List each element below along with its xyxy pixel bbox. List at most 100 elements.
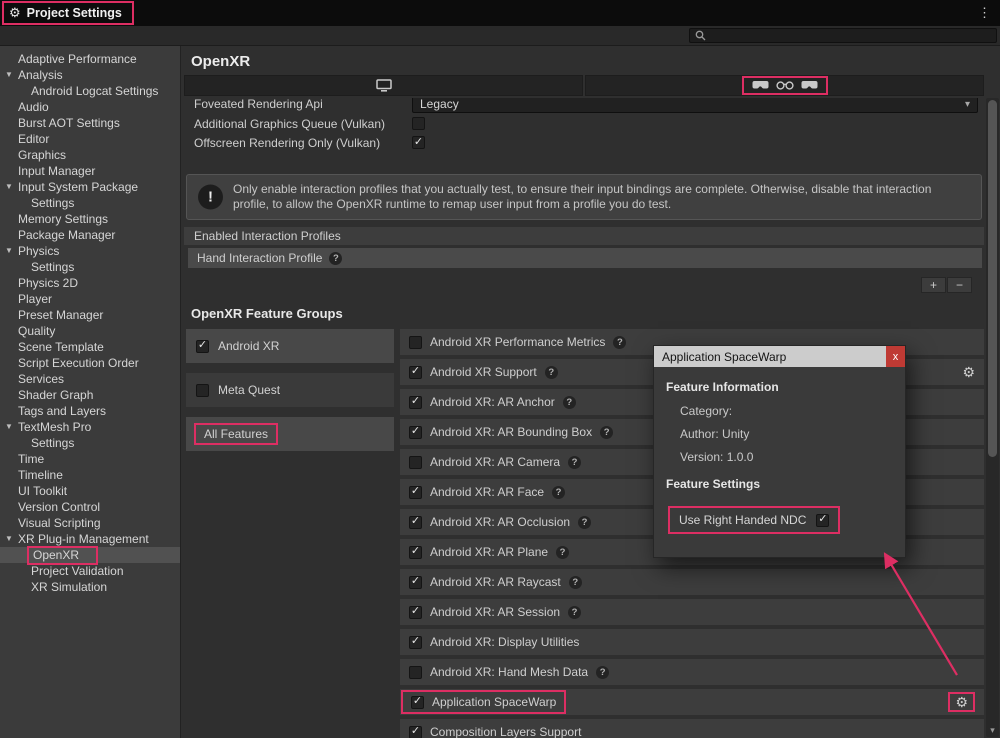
help-icon[interactable]: ?	[568, 606, 581, 619]
sidebar-item-package-manager[interactable]: Package Manager	[0, 227, 180, 243]
group-android-xr[interactable]: Android XR	[186, 329, 394, 363]
sidebar-item-project-validation[interactable]: Project Validation	[0, 563, 180, 579]
checkbox[interactable]	[409, 546, 422, 559]
remove-profile-button[interactable]: −	[947, 277, 972, 293]
checkbox[interactable]	[409, 576, 422, 589]
sidebar-item-textmesh-settings[interactable]: Settings	[0, 435, 180, 451]
feature-row-composition-layers[interactable]: Composition Layers Support	[400, 719, 984, 738]
sidebar-item-timeline[interactable]: Timeline	[0, 467, 180, 483]
help-icon[interactable]: ?	[613, 336, 626, 349]
help-icon[interactable]: ?	[552, 486, 565, 499]
kebab-menu-icon[interactable]: ⋮	[978, 5, 991, 21]
checkbox[interactable]	[409, 396, 422, 409]
feature-row-ar-raycast[interactable]: Android XR: AR Raycast ?	[400, 569, 984, 595]
add-profile-button[interactable]: +	[921, 277, 946, 293]
sidebar-item-services[interactable]: Services	[0, 371, 180, 387]
checkbox[interactable]	[412, 117, 425, 130]
sidebar-item-input-system-settings[interactable]: Settings	[0, 195, 180, 211]
sidebar-item-script-execution-order[interactable]: Script Execution Order	[0, 355, 180, 371]
sidebar-item-burst-aot-settings[interactable]: Burst AOT Settings	[0, 115, 180, 131]
vertical-scrollbar[interactable]: ▾	[986, 98, 999, 737]
tab-pc-standalone[interactable]	[184, 75, 583, 96]
sidebar-item-openxr[interactable]: OpenXR	[0, 547, 180, 563]
sidebar-item-adaptive-performance[interactable]: Adaptive Performance	[0, 51, 180, 67]
group-all-features[interactable]: All Features	[186, 417, 394, 451]
sidebar-item-preset-manager[interactable]: Preset Manager	[0, 307, 180, 323]
sidebar-item-input-system-package[interactable]: ▼Input System Package	[0, 179, 180, 195]
scrollbar-thumb[interactable]	[988, 100, 997, 457]
checkbox[interactable]	[196, 384, 209, 397]
help-icon[interactable]: ?	[578, 516, 591, 529]
sidebar-item-shader-graph[interactable]: Shader Graph	[0, 387, 180, 403]
help-icon[interactable]: ?	[568, 456, 581, 469]
sidebar-item-ui-toolkit[interactable]: UI Toolkit	[0, 483, 180, 499]
feature-row-display-utilities[interactable]: Android XR: Display Utilities	[400, 629, 984, 655]
foldout-icon[interactable]: ▼	[5, 243, 13, 259]
help-icon[interactable]: ?	[329, 252, 342, 265]
checkbox[interactable]	[816, 514, 829, 527]
checkbox[interactable]	[411, 696, 424, 709]
foldout-icon[interactable]: ▼	[5, 179, 13, 195]
checkbox[interactable]	[409, 426, 422, 439]
feature-settings-gear-icon[interactable]: ⚙	[962, 365, 975, 379]
sidebar-item-scene-template[interactable]: Scene Template	[0, 339, 180, 355]
search-input[interactable]	[710, 30, 991, 42]
help-icon[interactable]: ?	[600, 426, 613, 439]
checkbox[interactable]	[412, 136, 425, 149]
close-icon[interactable]: x	[886, 346, 905, 367]
help-icon[interactable]: ?	[556, 546, 569, 559]
checkbox[interactable]	[409, 516, 422, 529]
sidebar-item-memory-settings[interactable]: Memory Settings	[0, 211, 180, 227]
checkbox[interactable]	[409, 486, 422, 499]
checkbox[interactable]	[409, 606, 422, 619]
vr-headset-icon	[801, 80, 818, 91]
sidebar-item-textmesh-pro[interactable]: ▼TextMesh Pro	[0, 419, 180, 435]
checkbox[interactable]	[196, 340, 209, 353]
sidebar-item-audio[interactable]: Audio	[0, 99, 180, 115]
scroll-down-arrow-icon[interactable]: ▾	[986, 724, 999, 737]
feature-row-ar-session[interactable]: Android XR: AR Session ?	[400, 599, 984, 625]
feature-row-application-spacewarp[interactable]: Application SpaceWarp ⚙	[400, 689, 984, 715]
sidebar-item-quality[interactable]: Quality	[0, 323, 180, 339]
help-icon[interactable]: ?	[545, 366, 558, 379]
hand-interaction-profile-row[interactable]: Hand Interaction Profile ?	[188, 248, 982, 268]
foldout-icon[interactable]: ▼	[5, 419, 13, 435]
sidebar-item-player[interactable]: Player	[0, 291, 180, 307]
sidebar-item-time[interactable]: Time	[0, 451, 180, 467]
sidebar-item-xr-plugin-management[interactable]: ▼XR Plug-in Management	[0, 531, 180, 547]
sidebar-item-graphics[interactable]: Graphics	[0, 147, 180, 163]
use-right-handed-ndc-setting[interactable]: Use Right Handed NDC	[668, 506, 840, 534]
foveated-api-dropdown[interactable]: Legacy ▾	[412, 98, 978, 113]
feature-row-hand-mesh-data[interactable]: Android XR: Hand Mesh Data ?	[400, 659, 984, 685]
foldout-icon[interactable]: ▼	[5, 531, 13, 547]
checkbox[interactable]	[409, 456, 422, 469]
popup-titlebar[interactable]: Application SpaceWarp x	[654, 346, 905, 367]
tab-xr-android[interactable]	[585, 75, 984, 96]
sidebar-item-analysis[interactable]: ▼Analysis	[0, 67, 180, 83]
sidebar-item-xr-simulation[interactable]: XR Simulation	[0, 579, 180, 595]
profile-list-controls: + −	[184, 277, 984, 293]
spacewarp-annotation-box: Application SpaceWarp	[401, 690, 566, 714]
search-box[interactable]	[689, 28, 997, 43]
sidebar-item-tags-and-layers[interactable]: Tags and Layers	[0, 403, 180, 419]
foldout-icon[interactable]: ▼	[5, 67, 13, 83]
checkbox[interactable]	[409, 666, 422, 679]
checkbox[interactable]	[409, 366, 422, 379]
checkbox[interactable]	[409, 336, 422, 349]
sidebar-item-android-logcat-settings[interactable]: Android Logcat Settings	[0, 83, 180, 99]
help-icon[interactable]: ?	[569, 576, 582, 589]
group-meta-quest[interactable]: Meta Quest	[186, 373, 394, 407]
feature-settings-gear-icon[interactable]: ⚙	[955, 695, 968, 709]
sidebar-item-physics[interactable]: ▼Physics	[0, 243, 180, 259]
sidebar-item-editor[interactable]: Editor	[0, 131, 180, 147]
enabled-profiles-header: Enabled Interaction Profiles	[184, 227, 984, 245]
checkbox[interactable]	[409, 726, 422, 738]
sidebar-item-physics-2d[interactable]: Physics 2D	[0, 275, 180, 291]
sidebar-item-input-manager[interactable]: Input Manager	[0, 163, 180, 179]
help-icon[interactable]: ?	[596, 666, 609, 679]
sidebar-item-physics-settings[interactable]: Settings	[0, 259, 180, 275]
checkbox[interactable]	[409, 636, 422, 649]
help-icon[interactable]: ?	[563, 396, 576, 409]
sidebar-item-visual-scripting[interactable]: Visual Scripting	[0, 515, 180, 531]
sidebar-item-version-control[interactable]: Version Control	[0, 499, 180, 515]
